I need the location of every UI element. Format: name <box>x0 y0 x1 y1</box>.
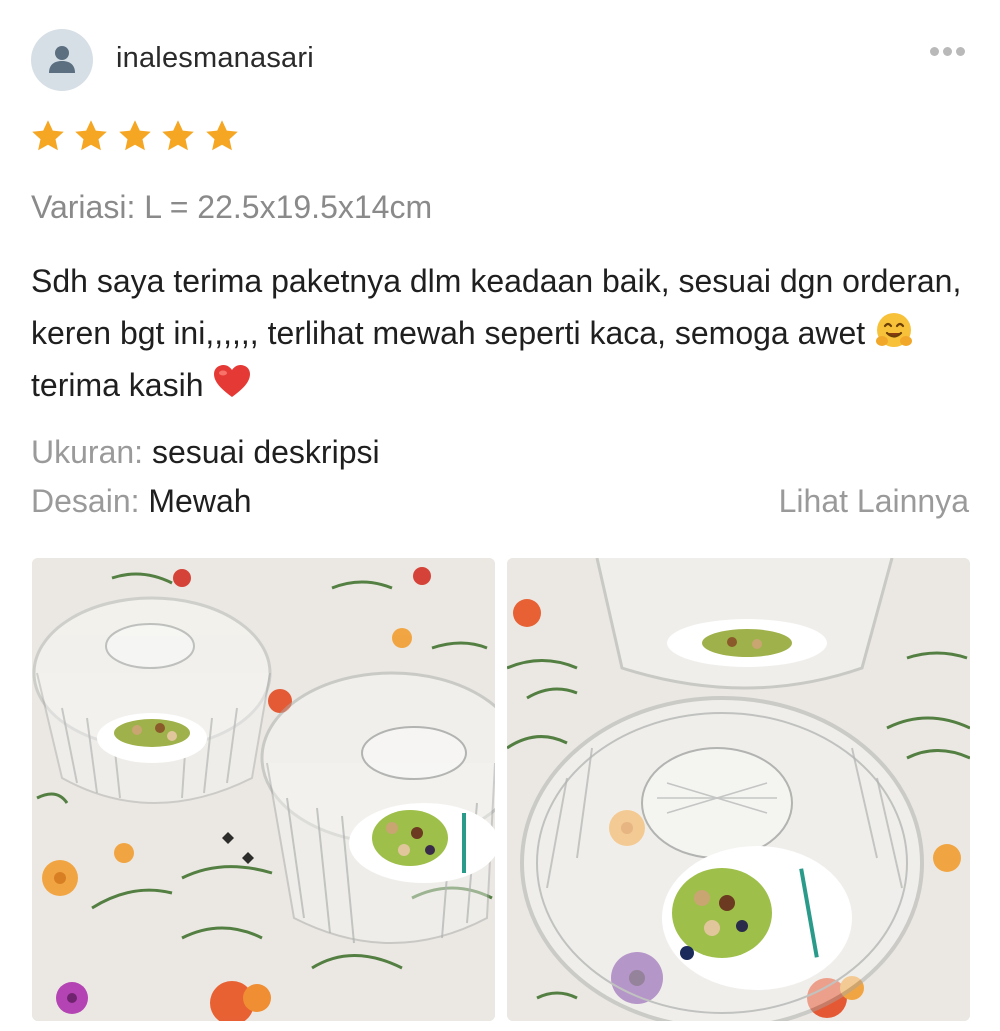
review-photo-1[interactable] <box>32 558 495 1021</box>
more-options-icon[interactable] <box>930 43 972 56</box>
attribute-size: Ukuran: sesuai deskripsi <box>31 434 380 471</box>
red-heart-emoji <box>214 365 251 397</box>
user-avatar-icon[interactable] <box>31 29 93 91</box>
attribute-design: Desain: Mewah <box>31 483 252 520</box>
hugging-face-emoji <box>876 313 913 347</box>
username[interactable]: inalesmanasari <box>116 42 314 75</box>
review-text: Sdh saya terima paketnya dlm keadaan bai… <box>31 255 971 411</box>
star-icon <box>162 120 195 151</box>
review-header: inalesmanasari <box>31 29 972 91</box>
star-icon <box>119 120 151 151</box>
star-icon <box>32 120 64 151</box>
review-photo-2[interactable] <box>507 558 970 1021</box>
product-variation: Variasi: L = 22.5x19.5x14cm <box>31 189 433 225</box>
star-icon <box>206 120 238 151</box>
see-more-link[interactable]: Lihat Lainnya <box>779 483 969 520</box>
product-photo <box>507 558 970 1021</box>
star-icon <box>75 120 108 151</box>
attribute-key: Ukuran: <box>31 434 144 470</box>
attribute-key: Desain: <box>31 483 140 519</box>
attribute-value: Mewah <box>148 483 252 519</box>
star-rating <box>30 118 243 154</box>
product-photo <box>32 558 495 1021</box>
review-text-part-2: terima kasih <box>31 367 204 403</box>
attribute-value: sesuai deskripsi <box>151 434 380 470</box>
review-text-part-1: Sdh saya terima paketnya dlm keadaan bai… <box>31 263 962 351</box>
